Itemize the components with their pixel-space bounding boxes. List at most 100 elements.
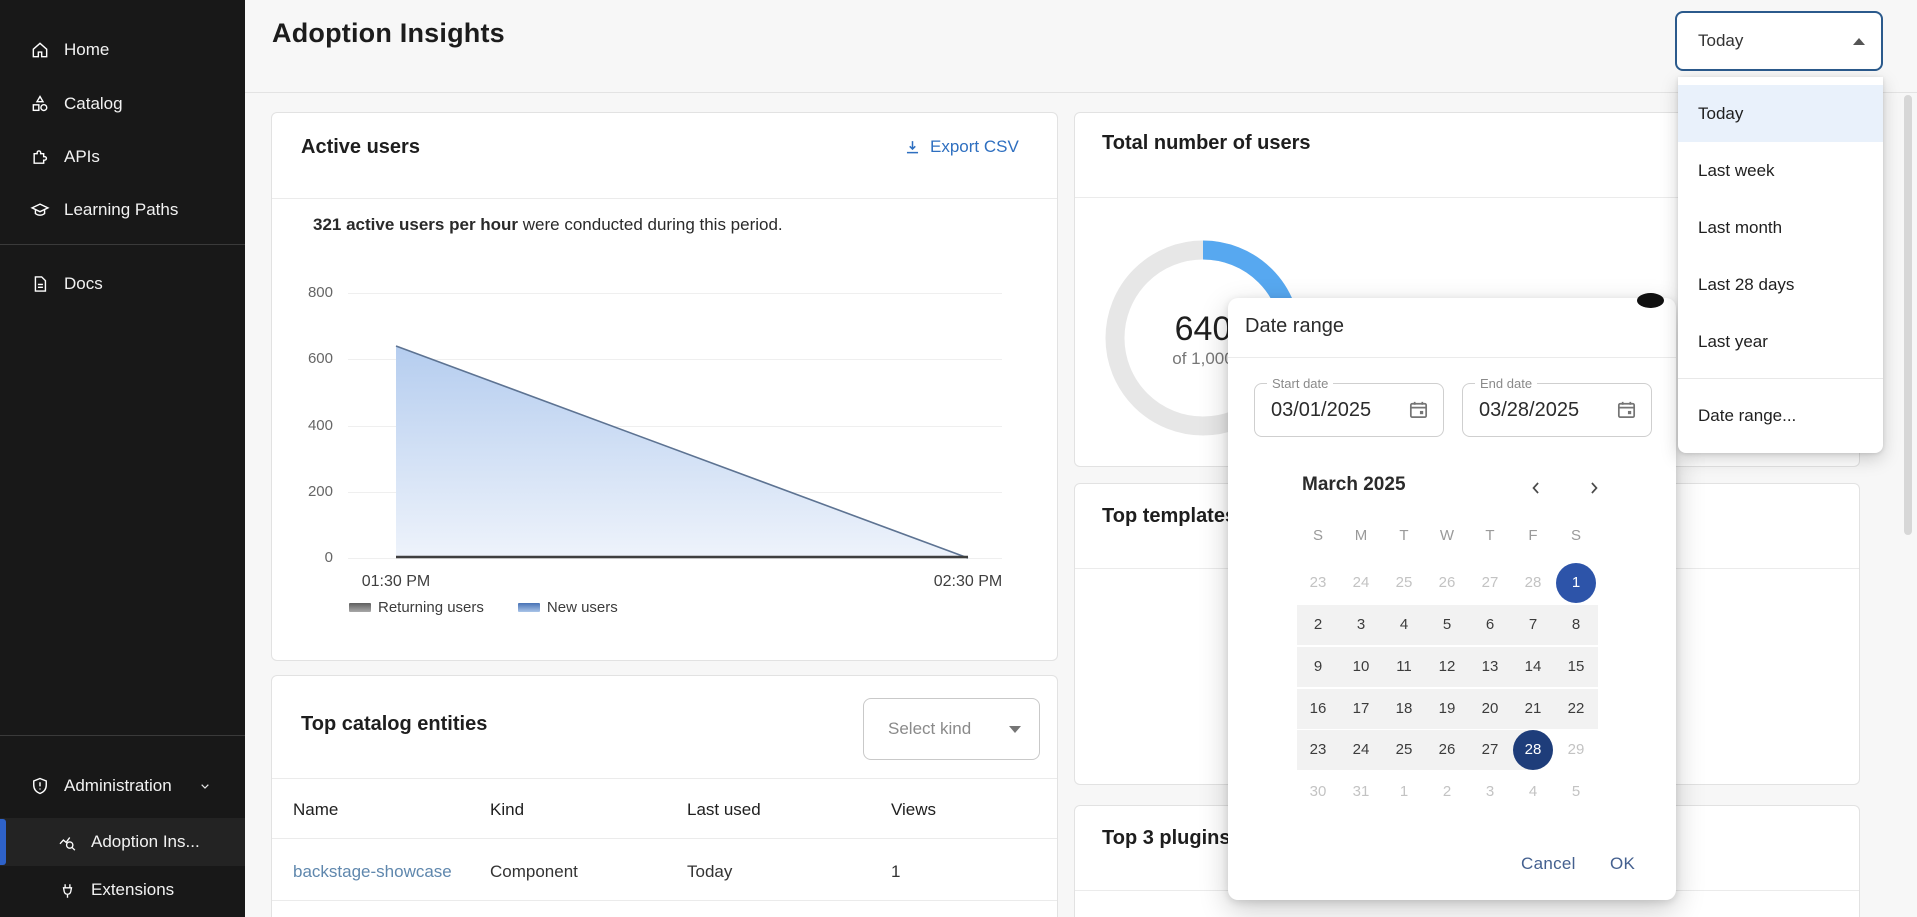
day-cell[interactable]: 11	[1383, 647, 1426, 687]
day-cell: 26	[1426, 563, 1469, 603]
day-cell: 23	[1297, 563, 1340, 603]
day-cell: 1	[1383, 772, 1426, 812]
sidebar-item-home[interactable]: Home	[0, 26, 245, 74]
header-divider	[245, 92, 1917, 93]
legend-item: Returning users	[349, 599, 484, 616]
day-cell[interactable]: 13	[1469, 647, 1512, 687]
weekday-header: T	[1383, 527, 1426, 544]
day-cell[interactable]: 8	[1555, 605, 1598, 645]
sidebar-item-label: APIs	[64, 147, 100, 167]
entity-views: 1	[891, 862, 900, 882]
day-cell[interactable]: 19	[1426, 689, 1469, 729]
sidebar-divider	[0, 735, 245, 736]
entity-name-link[interactable]: backstage-showcase	[293, 862, 452, 882]
sidebar-item-adoption-ins-[interactable]: Adoption Ins...	[0, 818, 245, 866]
day-cell: 25	[1383, 563, 1426, 603]
sidebar-item-label: Learning Paths	[64, 200, 178, 220]
day-cell[interactable]: 2	[1297, 605, 1340, 645]
day-cell[interactable]: 5	[1426, 605, 1469, 645]
day-cell[interactable]: 26	[1426, 730, 1469, 770]
sidebar: Home Catalog APIs Learning Paths Docs Adminis…	[0, 0, 245, 917]
calendar-prev-button[interactable]	[1526, 478, 1548, 500]
end-date-label: End date	[1475, 376, 1537, 391]
day-cell: 2	[1426, 772, 1469, 812]
sidebar-item-learning-paths[interactable]: Learning Paths	[0, 186, 245, 234]
day-cell: 29	[1555, 730, 1598, 770]
dialog-title-divider	[1228, 357, 1676, 358]
day-cell[interactable]: 20	[1469, 689, 1512, 729]
day-selected-start[interactable]: 1	[1556, 563, 1596, 603]
day-cell[interactable]: 4	[1383, 605, 1426, 645]
query-stats-icon	[58, 833, 77, 852]
sidebar-item-apis[interactable]: APIs	[0, 133, 245, 181]
day-cell[interactable]: 12	[1426, 647, 1469, 687]
date-range-dialog-title: Date range	[1245, 315, 1344, 338]
date-range-menu: Today Last week Last month Last 28 days Last…	[1678, 77, 1883, 453]
scrollbar-thumb[interactable]	[1904, 95, 1912, 535]
sidebar-item-administration[interactable]: Administration	[0, 762, 245, 810]
calendar-next-button[interactable]	[1584, 478, 1606, 500]
menu-item-last-28-days[interactable]: Last 28 days	[1678, 256, 1883, 313]
day-cell[interactable]: 22	[1555, 689, 1598, 729]
day-cell[interactable]: 17	[1340, 689, 1383, 729]
day-cell[interactable]: 10	[1340, 647, 1383, 687]
sidebar-item-extensions[interactable]: Extensions	[0, 866, 245, 914]
calendar-month-label: March 2025	[1302, 474, 1406, 496]
calendar-icon[interactable]	[1407, 398, 1430, 421]
y-axis-label: 800	[285, 284, 333, 301]
sidebar-item-label: Catalog	[64, 94, 123, 114]
day-cell[interactable]: 24	[1340, 730, 1383, 770]
day-selected-end[interactable]: 28	[1513, 730, 1553, 770]
day-cell[interactable]: 9	[1297, 647, 1340, 687]
sidebar-item-docs[interactable]: Docs	[0, 260, 245, 308]
school-icon	[30, 200, 50, 220]
catalog-entities-title: Top catalog entities	[301, 713, 487, 736]
menu-item-last-year[interactable]: Last year	[1678, 313, 1883, 370]
day-cell: 4	[1512, 772, 1555, 812]
legend-item: New users	[518, 599, 618, 616]
menu-item-date-range[interactable]: Date range...	[1678, 387, 1883, 444]
day-cell[interactable]: 15	[1555, 647, 1598, 687]
menu-item-today[interactable]: Today	[1678, 85, 1883, 142]
legend-swatch	[518, 603, 540, 612]
day-cell: 31	[1340, 772, 1383, 812]
column-header-kind: Kind	[490, 800, 524, 820]
day-cell[interactable]: 25	[1383, 730, 1426, 770]
start-date-label: Start date	[1267, 376, 1333, 391]
date-range-select[interactable]: Today	[1675, 11, 1883, 71]
menu-item-label: Date range...	[1698, 406, 1796, 426]
chart-legend: Returning users New users	[349, 599, 618, 616]
day-cell[interactable]: 18	[1383, 689, 1426, 729]
sidebar-item-catalog[interactable]: Catalog	[0, 80, 245, 128]
sidebar-item-label: Administration	[64, 776, 172, 796]
kind-select[interactable]: Select kind	[863, 698, 1040, 760]
export-csv-button[interactable]: Export CSV	[903, 137, 1019, 157]
menu-divider	[1678, 378, 1883, 379]
page-title: Adoption Insights	[272, 18, 505, 49]
day-cell[interactable]: 3	[1340, 605, 1383, 645]
day-cell[interactable]: 14	[1512, 647, 1555, 687]
calendar-icon[interactable]	[1615, 398, 1638, 421]
day-cell[interactable]: 16	[1297, 689, 1340, 729]
start-date-field[interactable]: Start date 03/01/2025	[1254, 383, 1444, 437]
api-icon	[30, 147, 50, 167]
day-cell[interactable]: 23	[1297, 730, 1340, 770]
sidebar-item-label: Home	[64, 40, 109, 60]
day-cell[interactable]: 6	[1469, 605, 1512, 645]
day-cell[interactable]: 27	[1469, 730, 1512, 770]
menu-item-last-month[interactable]: Last month	[1678, 199, 1883, 256]
download-icon	[903, 138, 922, 157]
end-date-field[interactable]: End date 03/28/2025	[1462, 383, 1652, 437]
menu-item-last-week[interactable]: Last week	[1678, 142, 1883, 199]
sidebar-divider	[0, 244, 245, 245]
dialog-ok-button[interactable]: OK	[1610, 854, 1635, 874]
chevron-down-icon	[197, 778, 213, 794]
dialog-cancel-button[interactable]: Cancel	[1521, 854, 1576, 874]
day-cell[interactable]: 21	[1512, 689, 1555, 729]
menu-item-label: Last 28 days	[1698, 275, 1794, 295]
day-cell: 3	[1469, 772, 1512, 812]
end-date-value: 03/28/2025	[1479, 399, 1579, 422]
menu-item-label: Last week	[1698, 161, 1775, 181]
day-cell[interactable]: 7	[1512, 605, 1555, 645]
menu-item-label: Today	[1698, 104, 1743, 124]
